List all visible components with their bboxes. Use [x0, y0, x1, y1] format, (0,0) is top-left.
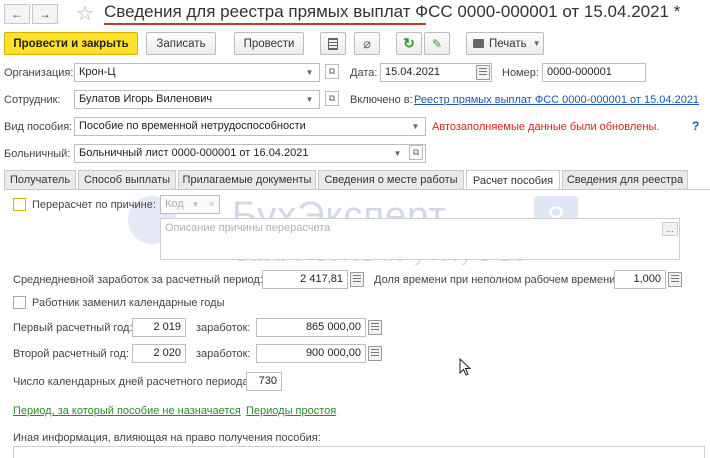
recalc-reason-more-button[interactable]: ... — [662, 222, 678, 236]
print-label: Печать — [489, 37, 527, 50]
calendar-icon[interactable] — [476, 65, 490, 80]
paperclip-icon: ⌀ — [363, 35, 371, 51]
benefit-type-dropdown-icon[interactable]: ▼ — [408, 118, 423, 135]
date-label: Дата: — [350, 67, 378, 79]
help-icon[interactable]: ? — [692, 119, 699, 133]
edit-button[interactable]: ✎ — [424, 32, 450, 55]
first-earnings-calculator-icon[interactable] — [368, 320, 382, 335]
tab-attached-documents[interactable]: Прилагаемые документы — [178, 170, 316, 189]
second-year-label: Второй расчетный год: — [13, 348, 129, 360]
registry-link[interactable]: Реестр прямых выплат ФСС 0000-000001 от … — [414, 94, 699, 106]
organization-open-icon[interactable]: ⧉ — [325, 64, 339, 79]
avg-earnings-field[interactable]: 2 417,81 — [262, 270, 348, 289]
employee-field[interactable]: Булатов Игорь Виленович — [74, 90, 320, 109]
save-button[interactable]: Записать — [146, 32, 216, 55]
first-year-label: Первый расчетный год: — [13, 322, 133, 334]
not-assigned-period-link[interactable]: Период, за который пособие не назначаетс… — [13, 405, 241, 417]
window-title: Сведения для реестра прямых выплат ФСС 0… — [104, 2, 681, 21]
calendar-days-field[interactable]: 730 — [246, 372, 282, 391]
other-info-textarea[interactable] — [13, 446, 705, 458]
autofill-notice: Автозаполняемые данные были обновлены. — [432, 121, 660, 133]
register-journal-button[interactable] — [320, 32, 346, 55]
time-share-field[interactable]: 1,000 — [614, 270, 666, 289]
replaced-years-label: Работник заменил календарные годы — [32, 297, 225, 309]
chevron-down-icon: ▼ — [532, 39, 541, 48]
included-label: Включено в: — [350, 94, 413, 106]
refresh-icon: ↻ — [403, 35, 415, 51]
first-earnings-label: заработок: — [196, 322, 251, 334]
avg-earnings-calculator-icon[interactable] — [350, 272, 364, 287]
sick-leave-label: Больничный: — [4, 148, 71, 160]
replaced-years-checkbox[interactable] — [13, 296, 26, 309]
recalc-code-clear-icon[interactable]: × — [204, 196, 219, 213]
attach-button[interactable]: ⌀ — [354, 32, 380, 55]
number-label: Номер: — [502, 67, 539, 79]
sick-leave-dropdown-icon[interactable]: ▼ — [390, 145, 405, 162]
second-earnings-field[interactable]: 900 000,00 — [256, 344, 366, 363]
print-button[interactable]: Печать ▼ — [466, 32, 544, 55]
tab-payment-method[interactable]: Способ выплаты — [78, 170, 176, 189]
tab-divider — [4, 189, 710, 190]
recalc-label: Перерасчет по причине: — [32, 199, 156, 211]
tab-registry-info[interactable]: Сведения для реестра — [562, 170, 688, 189]
other-info-label: Иная информация, влияющая на право получ… — [13, 432, 321, 444]
tab-benefit-calculation[interactable]: Расчет пособия — [466, 170, 560, 190]
favorite-star-icon[interactable]: ☆ — [76, 1, 94, 26]
recalc-code-dropdown-icon[interactable]: ▼ — [188, 196, 203, 213]
second-earnings-label: заработок: — [196, 348, 251, 360]
pencil-icon: ✎ — [431, 36, 443, 51]
arrow-right-icon: → — [39, 7, 51, 21]
employee-label: Сотрудник: — [4, 94, 61, 106]
tab-workplace-info[interactable]: Сведения о месте работы — [318, 170, 464, 189]
refresh-button[interactable]: ↻ — [396, 32, 422, 55]
calendar-days-label: Число календарных дней расчетного период… — [13, 376, 252, 388]
mouse-cursor-icon — [459, 358, 471, 376]
tab-recipient[interactable]: Получатель — [4, 170, 76, 189]
employee-dropdown-icon[interactable]: ▼ — [302, 91, 317, 108]
organization-label: Организация: — [4, 67, 74, 79]
sick-leave-open-icon[interactable]: ⧉ — [409, 145, 423, 160]
second-year-field[interactable]: 2 020 — [132, 344, 186, 363]
benefit-type-select[interactable]: Пособие по временной нетрудоспособности — [74, 117, 426, 136]
document-list-icon — [328, 37, 338, 50]
benefit-type-label: Вид пособия: — [4, 121, 73, 133]
title-underline — [104, 23, 426, 25]
time-share-calculator-icon[interactable] — [668, 272, 682, 287]
recalc-reason-textarea[interactable]: Описание причины перерасчета — [160, 218, 680, 260]
forward-button[interactable]: → — [32, 4, 58, 24]
first-year-field[interactable]: 2 019 — [132, 318, 186, 337]
number-field[interactable]: 0000-000001 — [542, 63, 646, 82]
employee-open-icon[interactable]: ⧉ — [325, 91, 339, 106]
organization-field[interactable]: Крон-Ц — [74, 63, 320, 82]
idle-periods-link[interactable]: Периоды простоя — [246, 405, 336, 417]
avg-earnings-label: Среднедневной заработок за расчетный пер… — [13, 274, 263, 286]
back-button[interactable]: ← — [4, 4, 30, 24]
post-and-close-button[interactable]: Провести и закрыть — [4, 32, 138, 55]
time-share-label: Доля времени при неполном рабочем времен… — [374, 274, 619, 286]
arrow-left-icon: ← — [11, 7, 23, 21]
printer-icon — [473, 39, 484, 48]
recalc-reason-placeholder: Описание причины перерасчета — [165, 222, 331, 234]
first-earnings-field[interactable]: 865 000,00 — [256, 318, 366, 337]
recalc-checkbox[interactable] — [13, 198, 26, 211]
second-earnings-calculator-icon[interactable] — [368, 346, 382, 361]
sick-leave-field[interactable]: Больничный лист 0000-000001 от 16.04.202… — [74, 144, 426, 163]
organization-dropdown-icon[interactable]: ▼ — [302, 64, 317, 81]
post-button[interactable]: Провести — [234, 32, 304, 55]
